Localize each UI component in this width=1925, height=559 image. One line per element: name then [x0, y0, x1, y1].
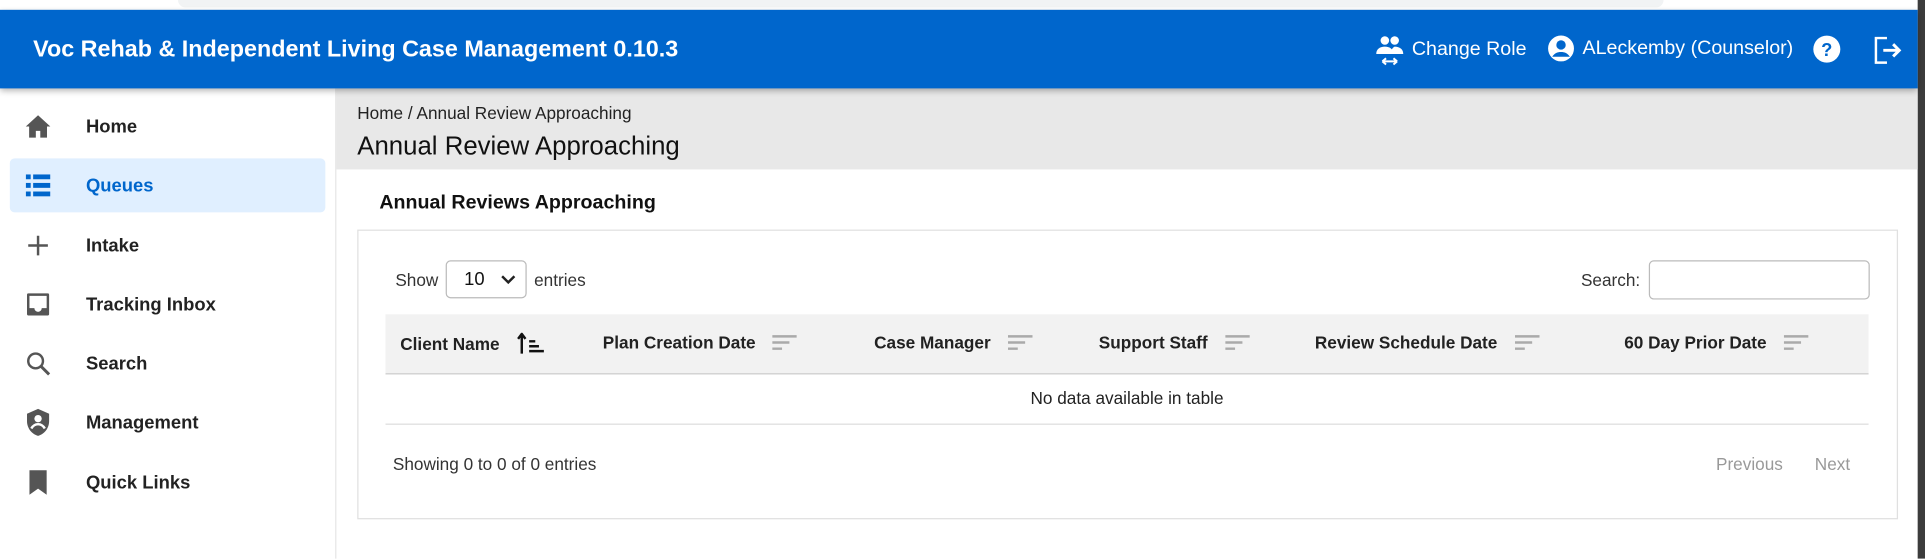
section-title: Annual Reviews Approaching — [379, 192, 656, 214]
sidebar-item-intake[interactable]: Intake — [10, 219, 326, 273]
sidebar-item-management[interactable]: Management — [10, 395, 326, 449]
sort-icon — [1007, 335, 1033, 350]
column-case-manager[interactable]: Case Manager — [874, 333, 1033, 352]
table-search: Search: — [1581, 260, 1870, 300]
search-icon — [27, 352, 51, 376]
sidebar-item-quick-links[interactable]: Quick Links — [10, 455, 326, 509]
sort-ascending-icon — [517, 332, 544, 354]
chevron-down-icon — [501, 274, 516, 284]
sort-icon — [1224, 335, 1250, 350]
sidebar-item-tracking-inbox[interactable]: Tracking Inbox — [10, 277, 326, 331]
entries-select[interactable]: 10 — [445, 260, 527, 299]
sort-icon — [772, 335, 798, 350]
plus-icon — [28, 235, 48, 256]
logout-icon — [1874, 36, 1902, 64]
app-title: Voc Rehab & Independent Living Case Mana… — [33, 36, 679, 63]
user-menu[interactable]: ALeckemby (Counselor) — [1547, 34, 1793, 62]
sidebar: Home Queues Intake Tracking Inbox Search… — [0, 88, 337, 559]
data-table-card: Show 10 entries Search: Client Name Plan… — [357, 229, 1899, 520]
pagination: Previous Next — [1716, 454, 1850, 474]
help-button[interactable]: ? — [1812, 34, 1841, 63]
sidebar-item-home[interactable]: Home — [10, 99, 326, 153]
search-input[interactable] — [1648, 260, 1870, 300]
breadcrumb-current: Annual Review Approaching — [416, 103, 632, 123]
app-header: Voc Rehab & Independent Living Case Mana… — [0, 9, 1918, 89]
shield-user-icon — [27, 408, 50, 436]
page-title: Annual Review Approaching — [357, 132, 680, 161]
bookmark-icon — [29, 470, 47, 495]
next-button[interactable]: Next — [1815, 454, 1850, 474]
sidebar-item-search[interactable]: Search — [10, 336, 326, 390]
table-info: Showing 0 to 0 of 0 entries — [392, 454, 597, 474]
user-name: ALeckemby (Counselor) — [1582, 37, 1794, 59]
breadcrumb-bar: Home / Annual Review Approaching Annual … — [336, 88, 1918, 170]
change-role-label: Change Role — [1411, 39, 1527, 61]
home-icon — [25, 115, 51, 138]
column-support-staff[interactable]: Support Staff — [1099, 333, 1250, 352]
table-header: Client Name Plan Creation Date Case Mana… — [385, 314, 1869, 375]
browser-top-strip — [0, 0, 1918, 10]
change-role-button[interactable]: Change Role — [1375, 34, 1527, 66]
column-60-day-prior-date[interactable]: 60 Day Prior Date — [1624, 333, 1809, 352]
inbox-icon — [27, 293, 50, 316]
list-icon — [25, 174, 51, 197]
help-circle-icon: ? — [1813, 35, 1841, 63]
entries-length-control: Show 10 entries — [395, 260, 586, 299]
breadcrumb-home[interactable]: Home — [357, 103, 403, 123]
sort-icon — [1783, 335, 1809, 350]
column-plan-creation-date[interactable]: Plan Creation Date — [603, 333, 798, 352]
column-client-name[interactable]: Client Name — [400, 332, 546, 355]
previous-button[interactable]: Previous — [1716, 454, 1783, 474]
empty-table-message: No data available in table — [385, 374, 1869, 425]
svg-text:?: ? — [1821, 39, 1832, 60]
sort-icon — [1514, 335, 1540, 350]
change-role-icon — [1376, 36, 1404, 66]
column-review-schedule-date[interactable]: Review Schedule Date — [1315, 333, 1540, 352]
account-circle-icon — [1548, 35, 1574, 62]
logout-button[interactable] — [1872, 34, 1902, 66]
sidebar-item-queues[interactable]: Queues — [9, 158, 326, 213]
breadcrumb: Home / Annual Review Approaching — [357, 103, 632, 123]
window-scrollbar[interactable] — [1917, 0, 1925, 559]
